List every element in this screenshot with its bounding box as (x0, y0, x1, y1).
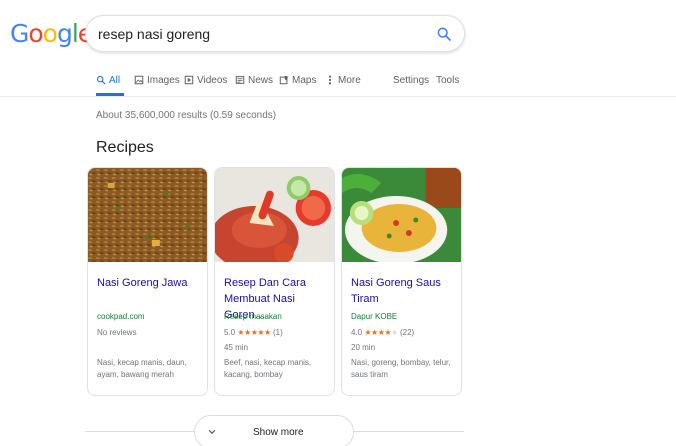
show-more-divider (354, 431, 464, 432)
recipe-card[interactable]: Nasi Goreng Saus Tiram Dapur KOBE 4.0 ★★… (341, 167, 462, 396)
logo-letter: o (28, 19, 43, 48)
recipe-title[interactable]: Nasi Goreng Jawa (97, 275, 202, 291)
star-rating-icon: ★★★★★ (364, 328, 398, 337)
tab-more[interactable]: More (325, 72, 361, 88)
search-icon (96, 75, 106, 85)
show-more-divider (85, 431, 194, 432)
news-icon (235, 76, 245, 84)
tab-videos[interactable]: Videos (184, 72, 227, 88)
star-rating-icon: ★★★★★ (237, 328, 271, 337)
logo-letter: o (42, 19, 58, 48)
tab-label: All (109, 74, 121, 86)
tab-images[interactable]: Images (134, 72, 180, 88)
search-box[interactable] (85, 15, 465, 52)
tab-label: News (248, 74, 274, 86)
tab-label: Settings (393, 74, 430, 86)
recipe-ingredients: Beef, nasi, kecap manis, kacang, bombay (224, 358, 312, 379)
tab-maps[interactable]: Maps (279, 72, 316, 88)
recipe-card[interactable]: Nasi Goreng Jawa cookpad.com No reviews … (87, 167, 208, 396)
recipe-rating: 5.0 ★★★★★ (1) (224, 328, 283, 337)
recipe-source: Resep masakan (224, 312, 282, 321)
video-icon (184, 75, 194, 85)
tab-label: Images (147, 74, 180, 86)
header-divider (0, 96, 676, 97)
search-input[interactable] (98, 25, 418, 43)
google-logo[interactable]: Google (10, 19, 93, 48)
rating-count: (1) (272, 328, 283, 337)
tab-label: Maps (292, 74, 317, 86)
tab-all[interactable]: All (96, 72, 120, 88)
recipe-time: 45 min (224, 343, 249, 352)
recipe-source: Dapur KOBE (351, 312, 398, 321)
show-more-label: Show more (253, 427, 304, 438)
recipe-time: 20 min (351, 343, 376, 352)
logo-letter: G (10, 19, 29, 48)
show-more-button[interactable]: Show more (194, 415, 354, 446)
logo-letter: g (56, 19, 73, 48)
recipe-card[interactable]: Resep Dan Cara Membuat Nasi Goren… Resep… (214, 167, 335, 396)
more-dots-icon (328, 75, 332, 85)
image-icon (134, 75, 144, 85)
tab-label: More (338, 74, 361, 86)
recipe-image[interactable] (342, 168, 461, 262)
tab-tools[interactable]: Tools (436, 72, 459, 88)
tab-news[interactable]: News (235, 72, 273, 88)
chevron-down-icon (208, 429, 216, 435)
recipe-image[interactable] (215, 168, 334, 262)
rating-score: 4.0 (351, 328, 363, 337)
tab-settings[interactable]: Settings (393, 72, 429, 88)
recipe-source: cookpad.com (97, 312, 145, 321)
search-icon[interactable] (436, 26, 452, 42)
map-icon (279, 75, 288, 85)
nasi-goreng-photo (215, 168, 334, 262)
tab-label: Videos (197, 74, 228, 86)
recipe-ingredients: Nasi, goreng, bombay, telur, saus tiram (351, 358, 451, 379)
recipe-rating: 4.0 ★★★★★ (22) (351, 328, 414, 337)
tab-label: Tools (436, 74, 460, 86)
section-title: Recipes (96, 139, 154, 156)
recipe-title[interactable]: Nasi Goreng Saus Tiram (351, 275, 456, 307)
result-stats: About 35,600,000 results (0.59 seconds) (96, 110, 277, 121)
fried-rice-photo (88, 168, 207, 262)
recipe-image[interactable] (88, 168, 207, 262)
rating-score: 5.0 (224, 328, 236, 337)
rating-count: (22) (399, 328, 415, 337)
recipe-reviews: No reviews (97, 328, 137, 337)
recipe-ingredients: Nasi, kecap manis, daun, ayam, bawang me… (97, 358, 187, 379)
nasi-goreng-saus-tiram-photo (342, 168, 461, 262)
